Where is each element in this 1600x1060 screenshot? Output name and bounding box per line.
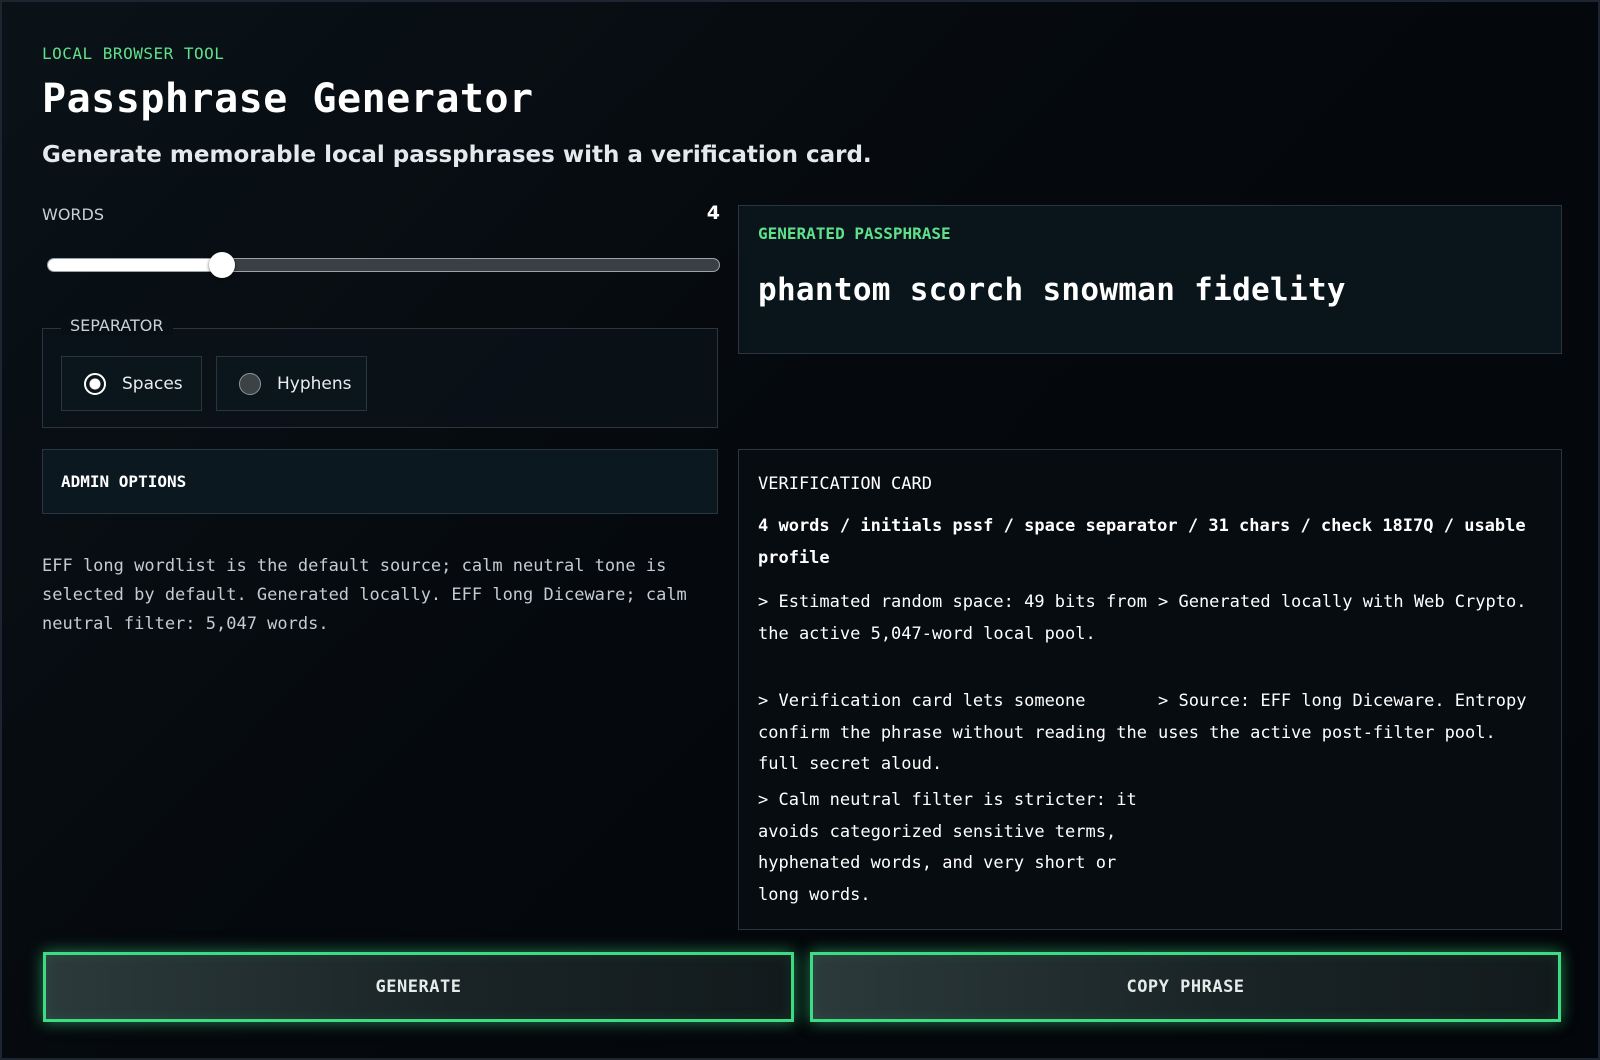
admin-options-toggle[interactable]: ADMIN OPTIONS bbox=[42, 449, 718, 514]
separator-option-hyphens[interactable]: Hyphens bbox=[216, 356, 367, 411]
verification-note: > Estimated random space: 49 bits from t… bbox=[758, 592, 1147, 644]
radio-selected-icon[interactable] bbox=[84, 372, 106, 395]
separator-option-spaces[interactable]: Spaces bbox=[61, 356, 202, 411]
separator-option-label: Hyphens bbox=[277, 373, 352, 394]
generate-button[interactable]: GENERATE bbox=[43, 952, 794, 1022]
words-slider[interactable] bbox=[47, 252, 720, 278]
verification-title: VERIFICATION CARD bbox=[758, 474, 932, 494]
verification-summary: 4 words / initials pssf / space separato… bbox=[758, 516, 1526, 568]
wordlist-note: EFF long wordlist is the default source;… bbox=[42, 556, 687, 634]
radio-unselected-icon[interactable] bbox=[239, 372, 261, 395]
verification-note: > Source: EFF long Diceware. Entropy use… bbox=[1158, 691, 1527, 743]
app-window: LOCAL BROWSER TOOL Passphrase Generator … bbox=[0, 0, 1600, 1060]
verification-note: > Verification card lets someone confirm… bbox=[758, 691, 1147, 774]
verification-card: VERIFICATION CARD 4 words / initials pss… bbox=[738, 449, 1562, 930]
passphrase-value: phantom scorch snowman fidelity bbox=[758, 272, 1346, 308]
separator-option-label: Spaces bbox=[122, 373, 183, 394]
words-slider-thumb[interactable] bbox=[209, 252, 236, 278]
words-label: WORDS bbox=[42, 205, 105, 224]
verification-note: > Generated locally with Web Crypto. bbox=[1158, 592, 1527, 612]
words-count-value: 4 bbox=[706, 202, 720, 224]
page-title: Passphrase Generator bbox=[42, 76, 534, 122]
separator-group: SEPARATOR Spaces Hyphens bbox=[42, 316, 718, 428]
verification-note: > Calm neutral filter is stricter: it av… bbox=[758, 790, 1137, 905]
passphrase-label: GENERATED PASSPHRASE bbox=[758, 224, 951, 243]
eyebrow-label: LOCAL BROWSER TOOL bbox=[42, 44, 225, 63]
separator-legend: SEPARATOR bbox=[61, 316, 173, 335]
passphrase-panel: GENERATED PASSPHRASE phantom scorch snow… bbox=[738, 205, 1562, 354]
copy-phrase-button[interactable]: COPY PHRASE bbox=[810, 952, 1561, 1022]
words-slider-fill bbox=[48, 259, 223, 271]
page-subtitle: Generate memorable local passphrases wit… bbox=[42, 142, 872, 168]
